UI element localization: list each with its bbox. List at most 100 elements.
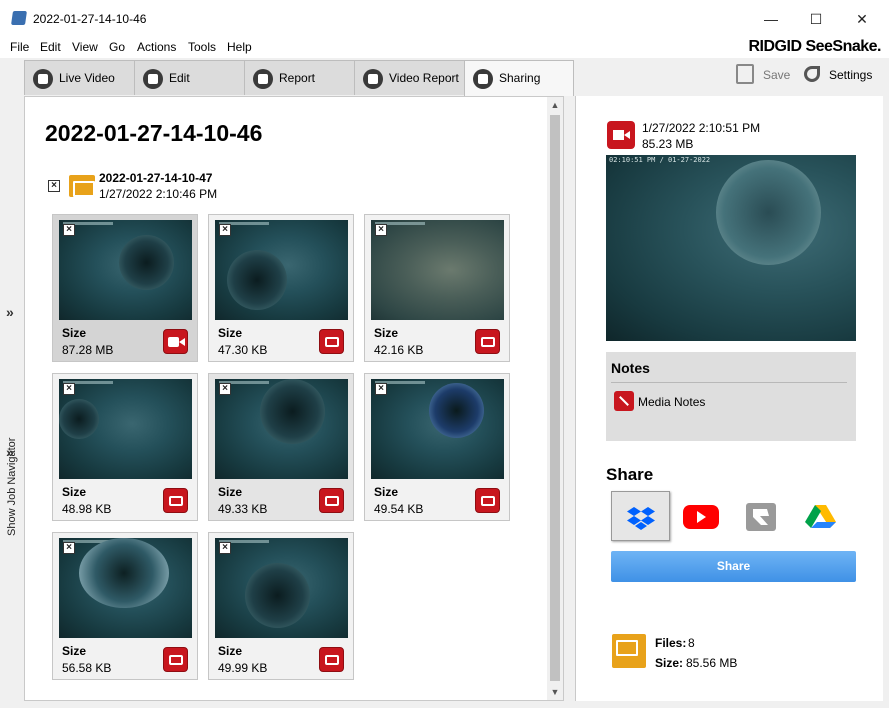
size-label: Size — [62, 485, 87, 499]
share-button[interactable]: Share — [611, 551, 856, 582]
tab-video-report[interactable]: Video Report — [354, 60, 465, 95]
media-thumbnail — [59, 220, 192, 320]
size-label: Size: — [655, 656, 684, 670]
youtube-icon[interactable] — [671, 491, 730, 541]
media-card[interactable]: × Size 87.28 MB — [52, 214, 198, 362]
media-size: 85.23 MB — [642, 137, 694, 151]
media-card[interactable]: × Size 49.54 KB — [364, 373, 510, 521]
remove-media-checkbox[interactable]: × — [375, 224, 387, 236]
tab-label: Report — [279, 71, 316, 85]
job-navigator-strip[interactable]: » Show Job Navigator » — [0, 96, 24, 701]
remove-media-checkbox[interactable]: × — [219, 383, 231, 395]
files-label: Files: — [655, 636, 687, 650]
media-preview[interactable]: 02:10:51 PM / 01-27-2022 — [606, 155, 856, 341]
vertical-scrollbar[interactable]: ▲ ▼ — [547, 97, 563, 700]
scroll-thumb[interactable] — [550, 115, 560, 681]
size-value: 49.54 KB — [374, 502, 424, 516]
tab-report[interactable]: Report — [244, 60, 355, 95]
media-card[interactable]: × Size 49.99 KB — [208, 532, 354, 680]
photo-camera-icon[interactable] — [163, 647, 188, 672]
remove-media-checkbox[interactable]: × — [63, 224, 75, 236]
menu-tools[interactable]: Tools — [188, 40, 216, 54]
size-value: 49.99 KB — [218, 661, 268, 675]
tab-label: Sharing — [499, 71, 541, 85]
size-label: Size — [218, 326, 243, 340]
tab-edit[interactable]: Edit — [134, 60, 245, 95]
report-icon — [253, 69, 273, 89]
divider — [611, 382, 847, 383]
tab-label: Video Report — [389, 71, 459, 85]
media-thumbnail — [215, 379, 348, 479]
size-value: 87.28 MB — [62, 343, 114, 357]
media-card[interactable]: × Size 42.16 KB — [364, 214, 510, 362]
media-card[interactable]: × Size 56.58 KB — [52, 532, 198, 680]
folder-date: 1/27/2022 2:10:46 PM — [99, 187, 218, 201]
video-camera-icon — [607, 121, 635, 149]
photo-camera-icon[interactable] — [475, 488, 500, 513]
photo-camera-icon[interactable] — [319, 488, 344, 513]
size-label: Size — [374, 485, 399, 499]
video-camera-icon[interactable] — [163, 329, 188, 354]
chevron-right-icon[interactable]: » — [6, 444, 14, 460]
media-notes-link[interactable]: Media Notes — [638, 395, 705, 409]
page-title: 2022-01-27-14-10-46 — [45, 120, 263, 146]
scroll-up-arrow[interactable]: ▲ — [547, 97, 563, 113]
title-bar: 2022-01-27-14-10-46 — ☐ ✕ — [0, 0, 889, 36]
files-count: 8 — [688, 636, 695, 650]
size-value: 47.30 KB — [218, 343, 268, 357]
media-thumbnail — [215, 538, 348, 638]
video-report-icon — [363, 69, 383, 89]
media-card[interactable]: × Size 47.30 KB — [208, 214, 354, 362]
menu-go[interactable]: Go — [109, 40, 125, 54]
close-button[interactable]: ✕ — [842, 6, 882, 32]
folder-icon — [612, 634, 646, 668]
media-thumbnail — [371, 379, 504, 479]
remove-media-checkbox[interactable]: × — [375, 383, 387, 395]
tab-live-video[interactable]: Live Video — [24, 60, 135, 95]
live-video-icon — [33, 69, 53, 89]
share-title: Share — [606, 465, 654, 484]
brand-logo: RIDGID SeeSnake. — [748, 38, 882, 55]
menu-bar: File Edit View Go Actions Tools Help RID… — [0, 36, 889, 58]
menu-edit[interactable]: Edit — [40, 40, 61, 54]
minimize-button[interactable]: — — [751, 6, 791, 32]
remove-media-checkbox[interactable]: × — [219, 542, 231, 554]
size-label: Size — [62, 644, 87, 658]
photo-camera-icon[interactable] — [475, 329, 500, 354]
maximize-button[interactable]: ☐ — [796, 6, 836, 32]
save-button[interactable]: Save — [763, 68, 790, 82]
window-title: 2022-01-27-14-10-46 — [33, 12, 147, 26]
remove-media-checkbox[interactable]: × — [219, 224, 231, 236]
notes-title: Notes — [611, 360, 650, 376]
tab-label: Live Video — [59, 71, 115, 85]
ridgid-cloud-icon[interactable] — [731, 491, 790, 541]
menu-actions[interactable]: Actions — [137, 40, 176, 54]
media-thumbnail — [59, 379, 192, 479]
tab-sharing[interactable]: Sharing — [464, 60, 574, 96]
remove-media-checkbox[interactable]: × — [63, 383, 75, 395]
chevron-right-icon[interactable]: » — [6, 304, 14, 320]
settings-button[interactable]: Settings — [829, 68, 872, 82]
menu-help[interactable]: Help — [227, 40, 252, 54]
photo-camera-icon[interactable] — [319, 329, 344, 354]
sharing-icon — [473, 69, 493, 89]
preview-timestamp: 02:10:51 PM / 01-27-2022 — [609, 156, 711, 164]
folder-name: 2022-01-27-14-10-47 — [99, 171, 213, 185]
scroll-down-arrow[interactable]: ▼ — [547, 684, 563, 700]
remove-folder-checkbox[interactable]: × — [48, 180, 60, 192]
menu-file[interactable]: File — [10, 40, 29, 54]
window-edge — [883, 96, 889, 708]
folder-icon — [69, 175, 95, 197]
app-icon — [11, 11, 27, 25]
photo-camera-icon[interactable] — [319, 647, 344, 672]
media-card[interactable]: × Size 48.98 KB — [52, 373, 198, 521]
google-drive-icon[interactable] — [791, 491, 850, 541]
size-value: 49.33 KB — [218, 502, 268, 516]
menu-view[interactable]: View — [72, 40, 98, 54]
size-label: Size — [218, 485, 243, 499]
dropbox-icon[interactable] — [611, 491, 670, 541]
media-card[interactable]: × Size 49.33 KB — [208, 373, 354, 521]
media-date: 1/27/2022 2:10:51 PM — [642, 121, 761, 135]
remove-media-checkbox[interactable]: × — [63, 542, 75, 554]
photo-camera-icon[interactable] — [163, 488, 188, 513]
